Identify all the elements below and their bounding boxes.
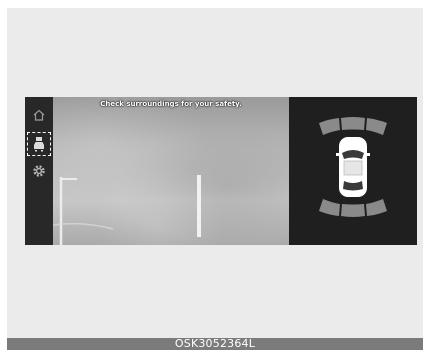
car-top-view-icon (336, 137, 370, 197)
settings-button[interactable] (28, 160, 50, 182)
home-icon (33, 109, 45, 121)
side-menu-rail (25, 97, 53, 245)
parking-sensor-diagram (319, 117, 387, 217)
safety-warning-text: Check surroundings for your safety. (100, 100, 242, 108)
front-center-sensor-zone (341, 117, 365, 130)
infotainment-screen: Check surroundings for your safety. (25, 97, 417, 245)
parking-camera-button[interactable] (27, 132, 51, 156)
rear-center-sensor-zone (341, 204, 365, 217)
home-button[interactable] (28, 104, 50, 126)
rear-camera-view: Check surroundings for your safety. (53, 97, 289, 245)
figure-caption: OSK3052364L (7, 338, 423, 350)
rear-right-sensor-zone (366, 199, 387, 216)
rear-left-sensor-zone (319, 199, 340, 216)
parking-lines (53, 175, 201, 245)
parking-camera-icon (34, 137, 44, 152)
parking-sensor-panel (289, 97, 417, 245)
front-left-sensor-zone (319, 118, 340, 135)
gear-icon (33, 165, 45, 177)
front-right-sensor-zone (366, 118, 387, 135)
